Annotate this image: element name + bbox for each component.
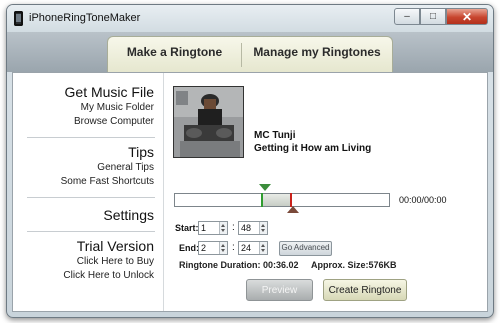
spinner-arrows-icon[interactable]	[259, 222, 267, 234]
end-second-value: 24	[241, 243, 252, 253]
sidebar-link-browse-computer[interactable]: Browse Computer	[65, 115, 154, 129]
title-bar: iPhoneRingToneMaker – □ ✕	[7, 5, 493, 32]
go-advanced-button[interactable]: Go Advanced	[279, 241, 332, 256]
tab-strip: Make a Ringtone Manage my Ringtones	[107, 36, 393, 72]
sidebar-heading-get-music: Get Music File	[64, 84, 154, 100]
end-second-stepper[interactable]: 24	[238, 241, 268, 255]
sidebar-divider	[27, 231, 155, 232]
create-ringtone-button[interactable]: Create Ringtone	[323, 279, 407, 301]
main-toolbar: Make a Ringtone Manage my Ringtones	[7, 32, 493, 72]
track-title: Getting it How am Living	[254, 143, 372, 154]
sidebar-divider	[27, 137, 155, 138]
time-colon: :	[232, 222, 235, 233]
approx-size: Approx. Size:576KB	[311, 260, 397, 270]
start-second-stepper[interactable]: 48	[238, 221, 268, 235]
sidebar-link-buy[interactable]: Click Here to Buy	[63, 255, 154, 269]
end-position-line[interactable]	[290, 193, 292, 207]
sidebar-section-tips: Tips General Tips Some Fast Shortcuts	[61, 144, 154, 189]
start-second-value: 48	[241, 223, 252, 233]
main-content: Get Music File My Music Folder Browse Co…	[12, 72, 488, 312]
sidebar-link-fast-shortcuts[interactable]: Some Fast Shortcuts	[61, 175, 154, 189]
selection-range	[261, 194, 292, 206]
minimize-icon: –	[404, 11, 410, 22]
playback-time: 00:00/00:00	[399, 195, 447, 205]
preview-button[interactable]: Preview	[246, 279, 313, 301]
track-artist: MC Tunji	[254, 130, 296, 141]
sidebar-section-trial: Trial Version Click Here to Buy Click He…	[63, 238, 154, 283]
start-position-line[interactable]	[261, 193, 263, 207]
sidebar-heading-trial-version: Trial Version	[76, 238, 154, 254]
sidebar-link-unlock[interactable]: Click Here to Unlock	[63, 269, 154, 283]
spinner-arrows-icon[interactable]	[219, 222, 227, 234]
sidebar-heading-settings[interactable]: Settings	[103, 207, 154, 224]
maximize-button[interactable]: □	[420, 8, 446, 25]
album-art-image	[174, 87, 243, 157]
sidebar-section-settings: Settings	[103, 207, 154, 224]
end-minute-stepper[interactable]: 2	[198, 241, 228, 255]
window-title: iPhoneRingToneMaker	[29, 12, 141, 24]
album-art	[173, 86, 244, 158]
panel-separator	[163, 73, 164, 311]
end-minute-value: 2	[201, 243, 207, 253]
app-window: iPhoneRingToneMaker – □ ✕ Make a Rington…	[6, 4, 494, 318]
ringtone-duration: Ringtone Duration: 00:36.02	[179, 260, 299, 270]
start-marker-icon[interactable]	[259, 184, 271, 191]
tab-manage-ringtones[interactable]: Manage my Ringtones	[242, 37, 392, 72]
sidebar-section-music: Get Music File My Music Folder Browse Co…	[65, 84, 154, 129]
spinner-arrows-icon[interactable]	[259, 242, 267, 254]
window-controls: – □ ✕	[394, 8, 488, 26]
end-label: End:	[179, 243, 199, 253]
sidebar-divider	[27, 197, 155, 198]
sidebar-heading-tips: Tips	[128, 144, 154, 160]
spinner-arrows-icon[interactable]	[219, 242, 227, 254]
close-button[interactable]: ✕	[446, 8, 488, 25]
sidebar: Get Music File My Music Folder Browse Co…	[13, 73, 160, 311]
sidebar-link-my-music-folder[interactable]: My Music Folder	[65, 101, 154, 115]
start-label: Start:	[175, 223, 199, 233]
close-icon: ✕	[461, 9, 473, 24]
app-icon	[14, 11, 23, 26]
track-timeline[interactable]	[174, 193, 390, 207]
end-marker-icon[interactable]	[287, 206, 299, 213]
tab-make-ringtone[interactable]: Make a Ringtone	[108, 37, 241, 72]
start-minute-value: 1	[201, 223, 207, 233]
start-minute-stepper[interactable]: 1	[198, 221, 228, 235]
minimize-button[interactable]: –	[394, 8, 420, 25]
sidebar-link-general-tips[interactable]: General Tips	[61, 161, 154, 175]
time-colon: :	[232, 242, 235, 253]
maximize-icon: □	[429, 11, 437, 22]
